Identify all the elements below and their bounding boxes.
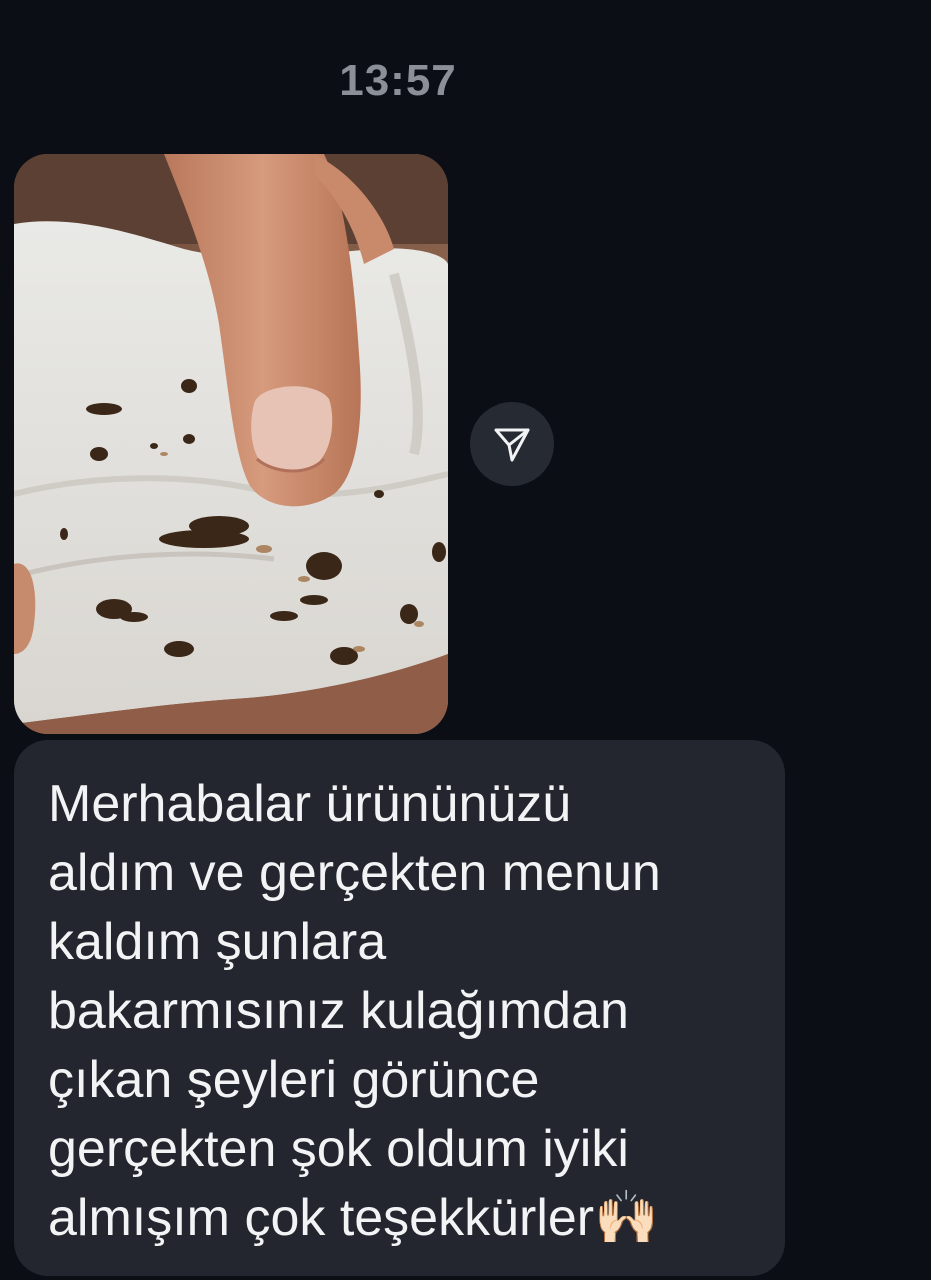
photo-image — [14, 154, 448, 734]
photo-attachment[interactable] — [14, 154, 448, 734]
message-timestamp: 13:57 — [339, 56, 457, 105]
message-bubble[interactable]: Merhabalar ürününüzü aldım ve gerçekten … — [14, 740, 785, 1276]
share-button[interactable] — [470, 402, 554, 486]
chat-screen: 13:57 Merhabalar ürününüzü aldım ve gerç… — [0, 0, 931, 1280]
message-text: Merhabalar ürününüzü aldım ve gerçekten … — [48, 775, 661, 1247]
send-icon — [494, 428, 530, 462]
